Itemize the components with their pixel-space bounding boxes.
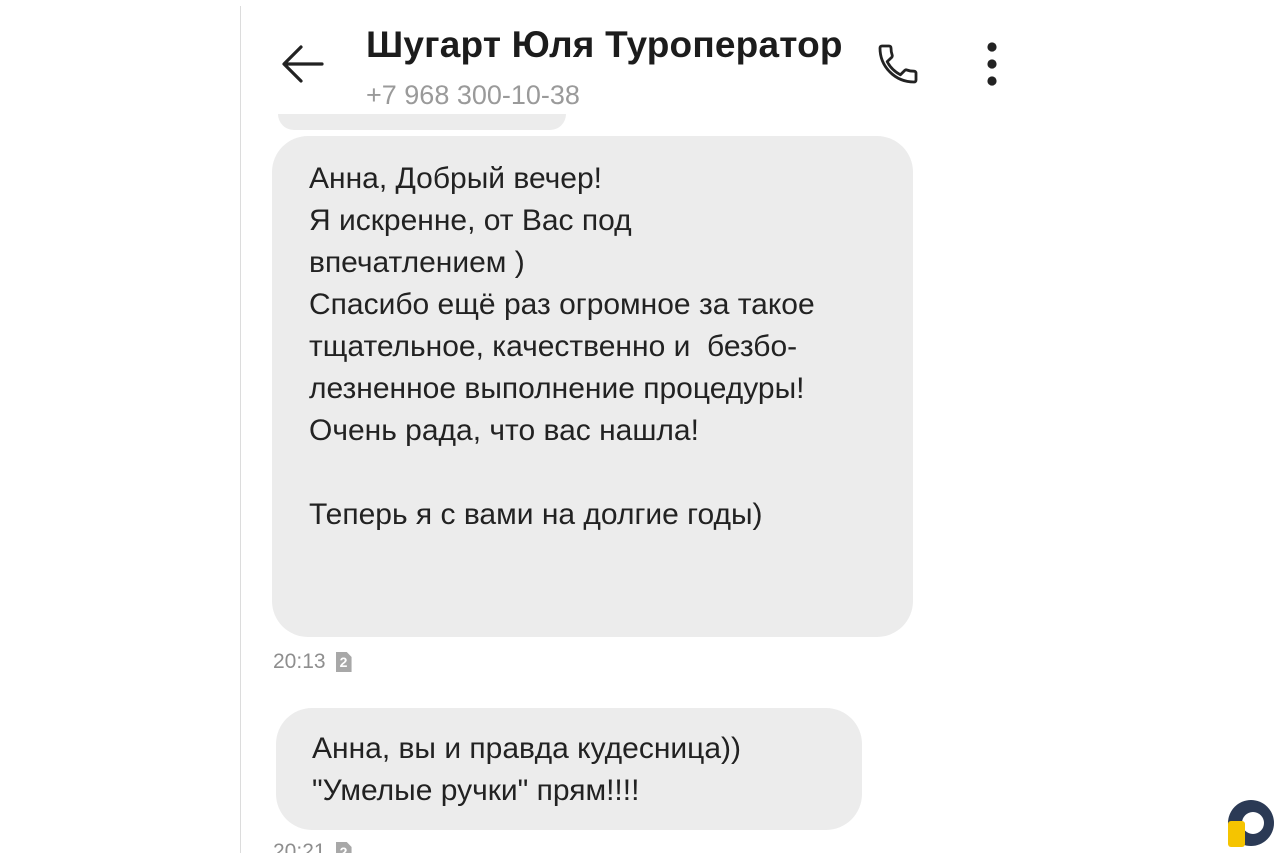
- message-time: 20:21: [273, 840, 326, 853]
- message-time: 20:13: [273, 650, 326, 673]
- message-meta: 20:13 2: [273, 650, 352, 674]
- phone-icon: [874, 40, 922, 93]
- arrow-left-icon: [280, 44, 324, 89]
- sim-card-icon: 2: [335, 652, 352, 672]
- contact-phone: +7 968 300-10-38: [366, 80, 580, 110]
- left-panel: [0, 0, 240, 853]
- call-button[interactable]: [868, 38, 928, 94]
- message-bubble[interactable]: Анна, Добрый вечер! Я искренне, от Вас п…: [272, 136, 913, 637]
- contact-name: Шугарт Юля Туроператор: [366, 24, 843, 65]
- sim-card-icon: 2: [335, 842, 352, 853]
- back-button[interactable]: [276, 40, 328, 92]
- message-bubble[interactable]: Анна, вы и правда кудесница)) "Умелые ру…: [276, 708, 862, 830]
- messaging-screen: Шугарт Юля Туроператор +7 968 300-10-38 …: [0, 0, 1280, 853]
- brand-logo-icon: [1226, 797, 1276, 849]
- panel-divider: [240, 6, 241, 853]
- message-meta: 20:21 2: [273, 840, 352, 853]
- more-options-button[interactable]: [966, 38, 1018, 94]
- more-vert-icon: [986, 41, 998, 92]
- previous-message-bubble: [278, 114, 566, 130]
